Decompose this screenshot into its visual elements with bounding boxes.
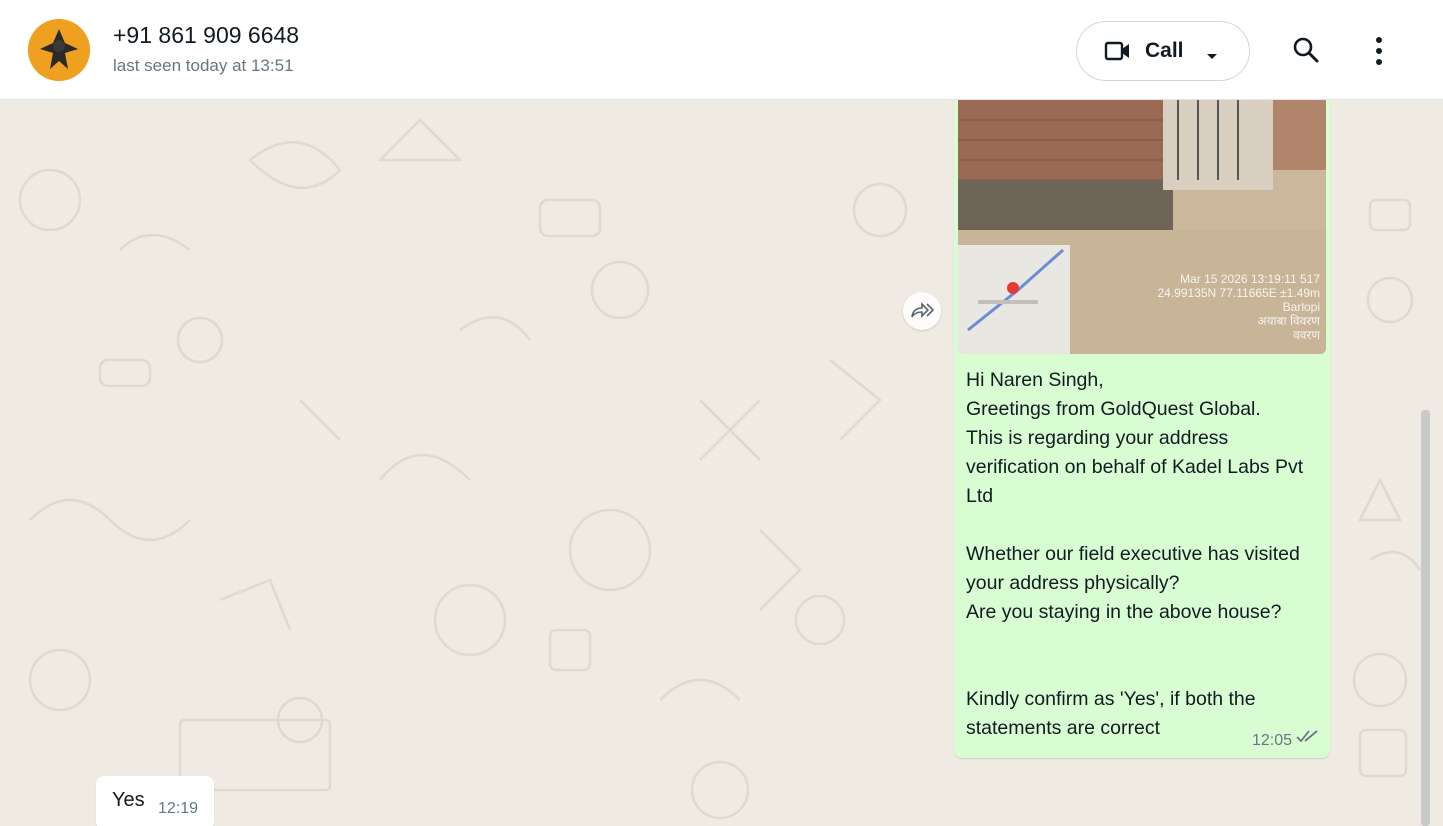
call-button-label: Call (1145, 39, 1184, 62)
message-timestamp: 12:19 (158, 800, 199, 817)
last-seen-status: last seen today at 13:51 (113, 56, 294, 75)
photo-stamp-line: ववरण (1293, 328, 1320, 342)
photo-stamp-line: अयाबा विवरण (1257, 314, 1320, 328)
outgoing-message-text: Hi Naren Singh, Greetings from GoldQuest… (966, 369, 1304, 739)
photo-stamp-line: 24.99135N 77.11665E ±1.49m (1157, 286, 1321, 300)
search-icon[interactable] (1292, 36, 1320, 69)
more-vertical-icon[interactable] (1370, 36, 1388, 71)
outgoing-message[interactable]: Mar 15 2026 13:19:11 517 24.99135N 77.11… (954, 100, 1330, 758)
chevron-down-icon (1206, 48, 1218, 66)
chat-header: +91 861 909 6648 last seen today at 13:5… (0, 0, 1443, 100)
forward-button[interactable] (903, 292, 941, 330)
incoming-message-text: Yes (112, 789, 145, 811)
incoming-message[interactable]: Yes 12:19 (96, 776, 214, 826)
video-camera-icon (1104, 40, 1132, 67)
chat-area: Mar 15 2026 13:19:11 517 24.99135N 77.11… (0, 100, 1443, 826)
photo-geo-stamp: Mar 15 2026 13:19:11 517 24.99135N 77.11… (1158, 272, 1321, 342)
photo-stamp-line: Mar 15 2026 13:19:11 517 (1180, 272, 1320, 286)
call-button[interactable]: Call (1076, 21, 1250, 81)
message-timestamp: 12:05 (1251, 732, 1292, 749)
message-photo[interactable]: Mar 15 2026 13:19:11 517 24.99135N 77.11… (958, 100, 1326, 354)
chat-scrollbar[interactable] (1421, 410, 1430, 826)
contact-name[interactable]: +91 861 909 6648 (113, 22, 299, 49)
photo-stamp-line: Barlopi (1282, 300, 1320, 314)
contact-avatar[interactable] (28, 19, 90, 81)
double-check-icon (1296, 729, 1320, 748)
